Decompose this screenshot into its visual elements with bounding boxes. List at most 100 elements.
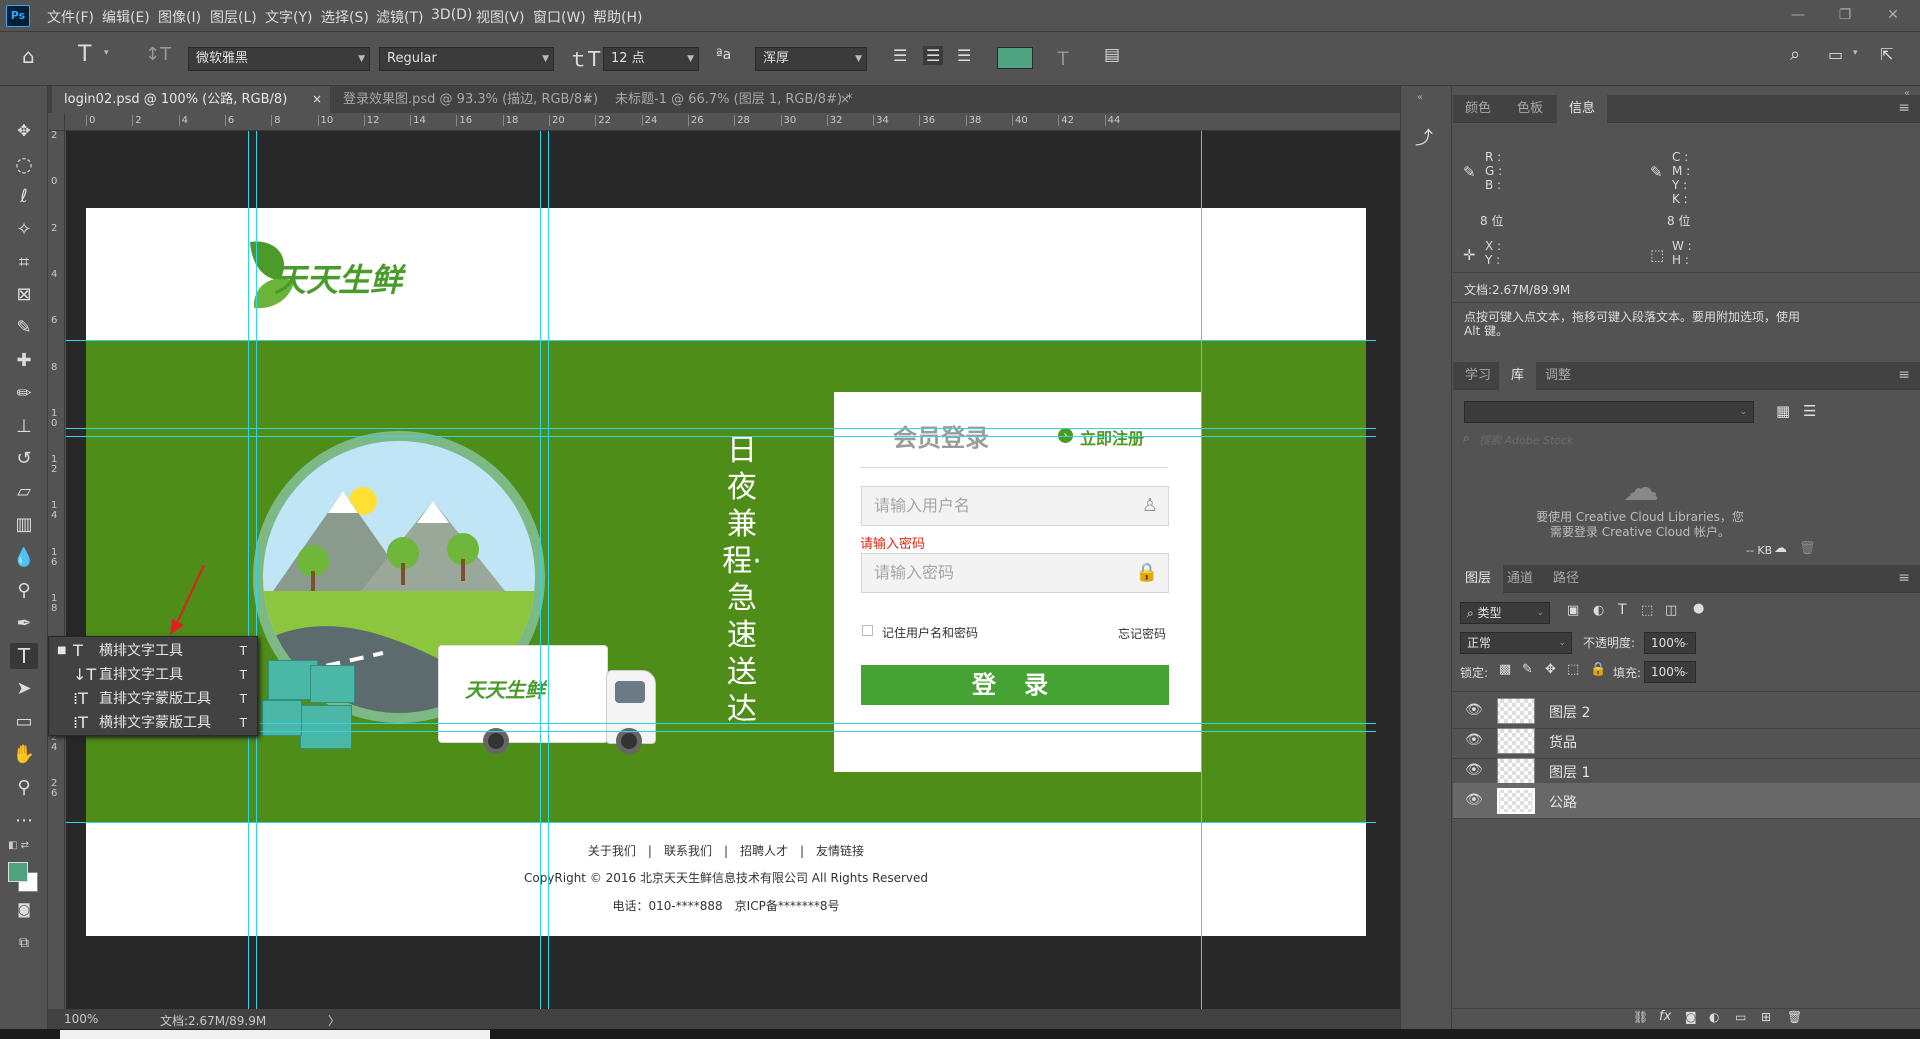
preset-chevron-icon[interactable]: ▾ xyxy=(104,48,109,58)
frame-tool-icon[interactable]: ⊠ xyxy=(10,282,38,308)
horizontal-type-tool[interactable]: ■ T 横排文字工具 T xyxy=(49,639,257,663)
ruler-corner[interactable] xyxy=(48,113,65,131)
tab-libraries[interactable]: 库 xyxy=(1499,362,1537,390)
guide-horizontal[interactable] xyxy=(66,436,1376,437)
taskbar-window[interactable] xyxy=(60,1030,490,1039)
close-window-icon[interactable]: ✕ xyxy=(1878,4,1908,26)
panel-menu-icon[interactable]: ≡ xyxy=(1898,100,1910,116)
menu-edit[interactable]: 编辑(E) xyxy=(102,7,150,27)
menu-window[interactable]: 窗口(W) xyxy=(533,7,586,27)
status-menu-icon[interactable]: 〉 xyxy=(328,1012,340,1029)
menu-filter[interactable]: 滤镜(T) xyxy=(376,7,423,27)
forgot-password-link[interactable]: 忘记密码 xyxy=(1118,625,1166,642)
visibility-eye-icon[interactable]: 👁 xyxy=(1465,702,1483,718)
fill-input[interactable]: 100% ⌄ xyxy=(1644,661,1696,683)
marquee-tool-icon[interactable]: ◌ xyxy=(10,151,38,177)
dodge-tool-icon[interactable]: ⚲ xyxy=(10,578,38,604)
path-selection-icon[interactable]: ➤ xyxy=(10,676,38,702)
blend-mode-select[interactable]: 正常 ⌄ xyxy=(1460,632,1572,654)
lock-artboard-icon[interactable]: ⬚ xyxy=(1567,662,1579,677)
text-tool-preset-icon[interactable]: T xyxy=(78,42,91,67)
vertical-type-mask-tool[interactable]: ⁞T 直排文字蒙版工具 T xyxy=(49,687,257,711)
menu-image[interactable]: 图像(I) xyxy=(158,7,201,27)
library-select[interactable]: ⌄ xyxy=(1464,401,1754,423)
text-color-swatch[interactable] xyxy=(997,47,1033,69)
filter-shape-icon[interactable]: ⬚ xyxy=(1641,603,1653,618)
antialias-select[interactable]: 浑厚 ▼ xyxy=(755,47,867,71)
list-view-icon[interactable]: ☰ xyxy=(1803,402,1816,420)
menu-help[interactable]: 帮助(H) xyxy=(593,7,642,27)
layer-name[interactable]: 图层 2 xyxy=(1549,702,1590,722)
menu-type[interactable]: 文字(Y) xyxy=(265,7,312,27)
tab-adjustments[interactable]: 调整 xyxy=(1533,362,1583,390)
collapse-icon[interactable]: « xyxy=(1417,92,1423,103)
username-input[interactable]: 请输入用户名 ♙ xyxy=(861,486,1169,526)
panel-menu-icon[interactable]: ≡ xyxy=(1898,367,1910,383)
tab-learn[interactable]: 学习 xyxy=(1453,362,1503,390)
visibility-eye-icon[interactable]: 👁 xyxy=(1465,792,1483,808)
login-button[interactable]: 登 录 xyxy=(861,665,1169,705)
rectangle-tool-icon[interactable]: ▭ xyxy=(10,709,38,735)
tab-info[interactable]: 信息 xyxy=(1557,95,1608,123)
trash-icon[interactable]: 🗑 xyxy=(1799,541,1816,556)
home-icon[interactable]: ⌂ xyxy=(22,44,35,68)
lock-all-icon[interactable]: 🔒 xyxy=(1590,662,1606,677)
layer-name[interactable]: 货品 xyxy=(1549,732,1577,752)
history-brush-icon[interactable]: ↺ xyxy=(10,446,38,472)
guide-horizontal[interactable] xyxy=(66,428,1376,429)
font-style-select[interactable]: Regular ▼ xyxy=(379,47,554,71)
horizontal-ruler[interactable]: 0 2 4 6 8 10 12 14 16 18 20 22 24 26 28 30 32 34 36 38 40 42 4… xyxy=(65,113,1400,131)
guide-horizontal[interactable] xyxy=(66,822,1376,823)
link-layers-icon[interactable]: ⛓ xyxy=(1633,1010,1648,1024)
layer-name[interactable]: 公路 xyxy=(1549,792,1577,812)
grid-view-icon[interactable]: ▦ xyxy=(1776,402,1790,420)
new-layer-icon[interactable]: ⊞ xyxy=(1761,1010,1771,1024)
gradient-tool-icon[interactable]: ▥ xyxy=(10,512,38,538)
adjustment-layer-icon[interactable]: ◐ xyxy=(1709,1010,1719,1024)
text-orientation-icon[interactable]: ↕T xyxy=(145,44,171,65)
filter-adjustment-icon[interactable]: ◐ xyxy=(1593,603,1604,618)
opacity-input[interactable]: 100% ⌄ xyxy=(1644,632,1696,654)
restore-icon[interactable]: ❐ xyxy=(1830,4,1860,26)
tab-login-effect[interactable]: 登录效果图.psd @ 93.3% (描边, RGB/8#) *× xyxy=(331,86,601,134)
magic-wand-icon[interactable]: ✧ xyxy=(10,217,38,243)
guide-horizontal[interactable] xyxy=(66,340,1376,341)
align-left-icon[interactable]: ☰ xyxy=(893,46,907,65)
vertical-type-tool[interactable]: ↓T 直排文字工具 T xyxy=(49,663,257,687)
password-input[interactable]: 请输入密码 🔒 xyxy=(861,553,1169,593)
guide-vertical[interactable] xyxy=(548,131,549,1009)
filter-pixel-icon[interactable]: ▣ xyxy=(1567,603,1579,618)
share-icon[interactable]: ⇱ xyxy=(1880,45,1893,64)
guide-vertical[interactable] xyxy=(1201,131,1202,1009)
vertical-ruler[interactable]: 2024681 01 21 41 61 82 02 22 42 6 xyxy=(48,131,65,1011)
new-group-icon[interactable]: ▭ xyxy=(1735,1010,1746,1024)
menu-file[interactable]: 文件(F) xyxy=(47,7,94,27)
filter-toggle-icon[interactable]: ● xyxy=(1693,601,1704,616)
horizontal-type-mask-tool[interactable]: ⁞T 横排文字蒙版工具 T xyxy=(49,711,257,735)
character-panel-icon[interactable]: ▤ xyxy=(1104,45,1120,65)
default-colors-icon[interactable]: ◧ ⇄ xyxy=(8,840,29,851)
layer-name[interactable]: 图层 1 xyxy=(1549,762,1590,782)
filter-smart-object-icon[interactable]: ◫ xyxy=(1665,603,1677,618)
type-tool-icon[interactable]: T xyxy=(10,643,38,669)
tab-login02[interactable]: login02.psd @ 100% (公路, RGB/8) × xyxy=(52,86,330,113)
guide-vertical[interactable] xyxy=(248,131,249,1009)
brush-tool-icon[interactable]: ✏ xyxy=(10,381,38,407)
filter-type-icon[interactable]: T xyxy=(1618,602,1627,618)
guide-horizontal[interactable] xyxy=(66,723,1376,724)
remember-checkbox[interactable] xyxy=(862,625,873,636)
align-center-icon[interactable]: ☰ xyxy=(923,46,944,65)
history-panel-icon[interactable]: ⤴ xyxy=(1415,124,1433,150)
visibility-eye-icon[interactable]: 👁 xyxy=(1465,732,1483,748)
quick-mask-icon[interactable]: ◙ xyxy=(10,897,38,923)
visibility-eye-icon[interactable]: 👁 xyxy=(1465,762,1483,778)
guide-horizontal[interactable] xyxy=(66,731,1376,732)
guide-vertical[interactable] xyxy=(540,131,541,1009)
eraser-icon[interactable]: ▱ xyxy=(10,479,38,505)
font-size-select[interactable]: 12 点 ▼ xyxy=(603,47,699,71)
menu-3d[interactable]: 3D(D) xyxy=(431,7,472,23)
tab-channels[interactable]: 通道 xyxy=(1495,565,1545,593)
zoom-tool-icon[interactable]: ⚲ xyxy=(10,775,38,801)
foreground-color[interactable] xyxy=(8,862,28,882)
stock-search-input[interactable]: 搜索 Adobe Stock xyxy=(1479,432,1573,448)
